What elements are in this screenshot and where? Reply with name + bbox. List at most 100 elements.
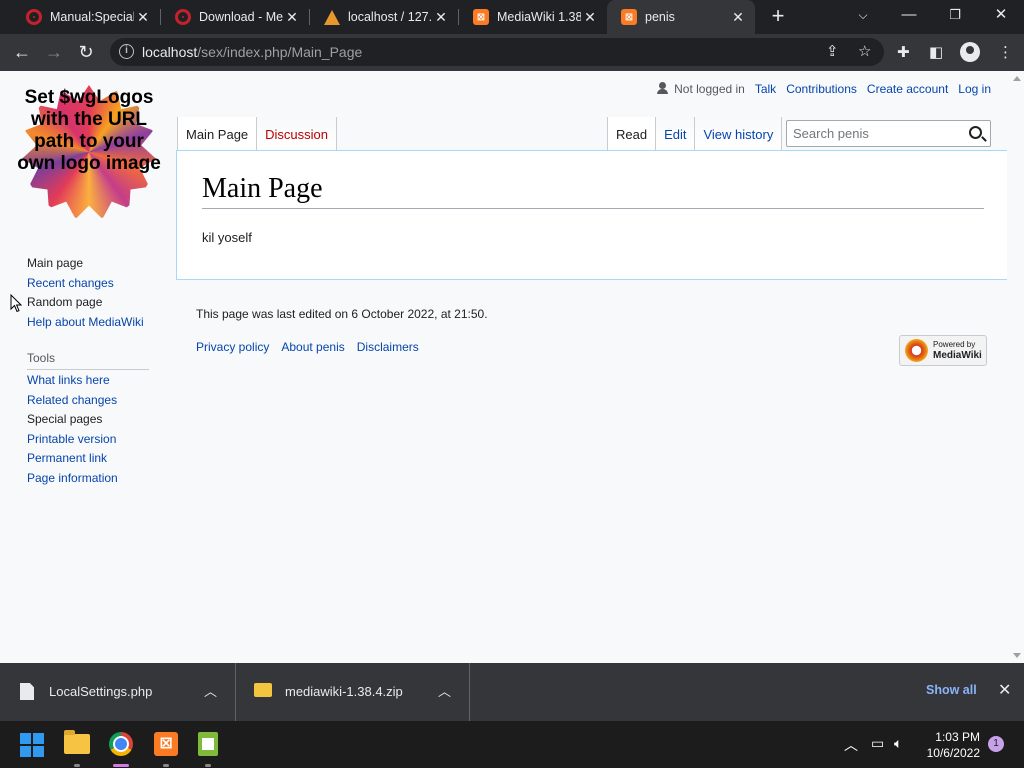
site-info-icon[interactable]: i xyxy=(119,44,134,59)
chrome-icon[interactable] xyxy=(109,732,133,756)
back-arrow-icon[interactable]: ← xyxy=(8,39,36,67)
active-indicator xyxy=(113,764,129,767)
personal-link-talk[interactable]: Talk xyxy=(755,82,776,96)
forward-arrow-icon[interactable]: → xyxy=(40,39,68,67)
xampp-taskbar-icon[interactable]: ⊠ xyxy=(154,732,178,756)
notepad-plus-icon[interactable] xyxy=(198,732,218,756)
profile-avatar-icon[interactable] xyxy=(960,42,980,62)
personal-tools: Not logged in Talk Contributions Create … xyxy=(656,82,991,96)
namespace-tabs: Main Page Discussion xyxy=(177,117,338,151)
personal-link-log-in[interactable]: Log in xyxy=(958,82,991,96)
view-tabs: Read Edit View history xyxy=(607,117,783,151)
close-window-icon[interactable]: ✕ xyxy=(978,0,1024,34)
network-icon[interactable]: ▭ xyxy=(871,735,884,752)
browser-tab[interactable]: localhost / 127.0 ✕ xyxy=(310,0,458,34)
browser-tab[interactable]: Download - Me ✕ xyxy=(161,0,309,34)
user-icon xyxy=(656,82,669,96)
footer-link-privacy[interactable]: Privacy policy xyxy=(196,340,269,354)
system-clock[interactable]: 1:03 PM 10/6/2022 xyxy=(924,729,980,761)
login-status-text: Not logged in xyxy=(674,82,745,96)
browser-tab-active[interactable]: ⊠ penis ✕ xyxy=(607,0,755,34)
personal-link-create-account[interactable]: Create account xyxy=(867,82,948,96)
opera-icon xyxy=(26,9,42,25)
wiki-search xyxy=(786,120,991,147)
side-panel-icon[interactable]: ◧ xyxy=(929,43,943,61)
scroll-down-arrow-icon[interactable] xyxy=(1013,653,1021,658)
file-icon xyxy=(20,683,34,700)
browser-tab[interactable]: ⊠ MediaWiki 1.38. ✕ xyxy=(459,0,607,34)
browser-tab[interactable]: Manual:Special p ✕ xyxy=(12,0,160,34)
last-edited-info: This page was last edited on 6 October 2… xyxy=(196,307,488,321)
download-item[interactable]: LocalSettings.php ︿ xyxy=(0,663,236,721)
close-tab-icon[interactable]: ✕ xyxy=(134,9,152,26)
search-input[interactable] xyxy=(793,126,961,141)
notification-badge[interactable]: 1 xyxy=(988,736,1004,752)
tab-edit[interactable]: Edit xyxy=(656,117,696,151)
tab-title: MediaWiki 1.38. xyxy=(497,10,581,24)
xampp-icon: ⊠ xyxy=(473,9,489,25)
close-download-shelf-icon[interactable]: ✕ xyxy=(998,680,1011,700)
wiki-logo[interactable]: Set $wgLogos with the URL path to your o… xyxy=(17,85,161,219)
download-item[interactable]: mediawiki-1.38.4.zip ︿ xyxy=(236,663,470,721)
browser-tab-strip: Manual:Special p ✕ Download - Me ✕ local… xyxy=(0,0,1024,34)
tab-search-chevron-icon[interactable]: ⌵ xyxy=(840,0,886,34)
chevron-up-icon[interactable]: ︿ xyxy=(204,681,217,700)
file-explorer-icon[interactable] xyxy=(64,730,90,754)
tab-read[interactable]: Read xyxy=(607,117,657,151)
tool-what-links-here[interactable]: What links here xyxy=(27,371,118,391)
tool-page-information[interactable]: Page information xyxy=(27,469,118,489)
minimize-icon[interactable]: — xyxy=(886,0,932,34)
restore-icon[interactable]: ❐ xyxy=(932,0,978,34)
sidebar-item-random-page[interactable]: Random page xyxy=(27,293,144,313)
tool-special-pages[interactable]: Special pages xyxy=(27,410,118,430)
vertical-scrollbar[interactable] xyxy=(1009,71,1024,663)
bookmark-star-icon[interactable]: ☆ xyxy=(858,42,871,60)
mediawiki-flower-icon xyxy=(905,339,928,362)
address-bar[interactable]: i localhost/sex/index.php/Main_Page ⇪ ☆ xyxy=(110,38,884,66)
page-body-text: kil yoself xyxy=(202,230,252,245)
show-all-downloads-button[interactable]: Show all xyxy=(926,683,977,697)
scroll-up-arrow-icon[interactable] xyxy=(1013,76,1021,81)
footer-link-about[interactable]: About penis xyxy=(281,340,344,354)
search-icon[interactable] xyxy=(969,126,982,139)
extensions-puzzle-icon[interactable]: ✚ xyxy=(897,43,910,61)
browser-toolbar: ← → ↻ i localhost/sex/index.php/Main_Pag… xyxy=(0,34,1024,71)
tool-related-changes[interactable]: Related changes xyxy=(27,391,118,411)
tray-overflow-chevron-icon[interactable]: ︿ xyxy=(844,735,858,755)
page-title: Main Page xyxy=(202,171,984,209)
sidebar-tools: What links here Related changes Special … xyxy=(27,371,118,488)
tool-printable-version[interactable]: Printable version xyxy=(27,430,118,450)
zip-folder-icon xyxy=(254,683,272,697)
share-icon[interactable]: ⇪ xyxy=(826,42,839,60)
tab-discussion[interactable]: Discussion xyxy=(257,117,338,151)
windows-taskbar: ⊠ ︿ ▭ 🔈︎ 1:03 PM 10/6/2022 1 xyxy=(0,721,1024,768)
personal-link-contributions[interactable]: Contributions xyxy=(786,82,857,96)
tools-heading: Tools xyxy=(27,351,149,370)
tool-permanent-link[interactable]: Permanent link xyxy=(27,449,118,469)
close-tab-icon[interactable]: ✕ xyxy=(729,9,747,26)
login-status: Not logged in xyxy=(656,82,745,96)
download-filename: LocalSettings.php xyxy=(49,684,153,699)
close-tab-icon[interactable]: ✕ xyxy=(432,9,450,26)
volume-icon[interactable]: 🔈︎ xyxy=(894,735,902,752)
new-tab-plus-icon[interactable]: + xyxy=(765,4,791,30)
reload-icon[interactable]: ↻ xyxy=(72,39,100,67)
tab-main-page[interactable]: Main Page xyxy=(177,117,258,151)
chevron-up-icon[interactable]: ︿ xyxy=(438,681,451,700)
url-text[interactable]: localhost/sex/index.php/Main_Page xyxy=(142,44,362,60)
opera-icon xyxy=(175,9,191,25)
start-windows-icon[interactable] xyxy=(20,733,44,757)
footer-link-disclaimers[interactable]: Disclaimers xyxy=(357,340,419,354)
sidebar-item-help[interactable]: Help about MediaWiki xyxy=(27,313,144,333)
tab-view-history[interactable]: View history xyxy=(695,117,783,151)
sidebar-item-recent-changes[interactable]: Recent changes xyxy=(27,274,144,294)
menu-kebab-icon[interactable]: ⋮ xyxy=(998,43,1013,61)
close-tab-icon[interactable]: ✕ xyxy=(283,9,301,26)
running-indicator xyxy=(163,764,169,767)
powered-by-text: Powered by xyxy=(933,340,976,349)
footer-links: Privacy policy About penis Disclaimers xyxy=(196,340,419,354)
tab-title: Download - Me xyxy=(199,10,283,24)
powered-by-mediawiki-badge[interactable]: Powered by MediaWiki xyxy=(899,335,987,366)
sidebar-item-main-page[interactable]: Main page xyxy=(27,254,144,274)
close-tab-icon[interactable]: ✕ xyxy=(581,9,599,26)
